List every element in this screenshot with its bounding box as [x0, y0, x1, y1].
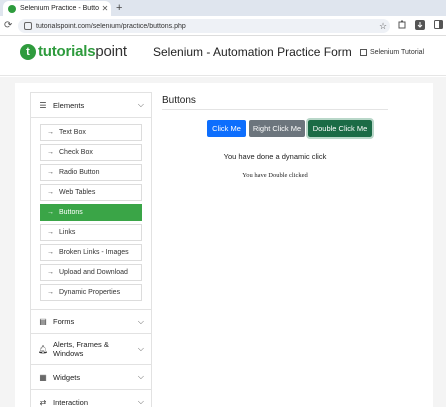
- sidebar-item-buttons[interactable]: → Buttons: [40, 204, 142, 221]
- browser-tab-bar: Selenium Practice - Buttons ✕ +: [0, 0, 446, 16]
- extensions-icon[interactable]: [396, 20, 408, 31]
- sidebar-item-label: Dynamic Properties: [59, 289, 121, 296]
- accordion-widgets[interactable]: ▦ Widgets ⌵: [30, 365, 152, 390]
- sidebar-item-label: Links: [59, 229, 76, 236]
- selenium-tutorial-label: Selenium Tutorial: [370, 49, 425, 56]
- site-info-icon[interactable]: [24, 22, 32, 30]
- address-bar-row: ⟳ tutorialspoint.com/selenium/practice/b…: [0, 16, 446, 36]
- site-header: t tutorialspoint Selenium - Automation P…: [0, 36, 446, 76]
- logo-mark-icon: t: [20, 43, 36, 60]
- url-text: tutorialspoint.com/selenium/practice/but…: [36, 22, 186, 30]
- logo-text-bold: tutorials: [38, 43, 96, 60]
- chevron-down-icon: ⌵: [137, 100, 144, 109]
- tab-title: Selenium Practice - Buttons: [20, 5, 99, 12]
- sidebar-item-web-tables[interactable]: → Web Tables: [40, 184, 142, 201]
- hamburger-icon: ☰: [39, 100, 47, 110]
- page-title: Selenium - Automation Practice Form: [153, 45, 352, 59]
- arrow-right-icon: →: [47, 129, 54, 136]
- bookmark-star-icon[interactable]: ☆: [376, 21, 390, 32]
- tutorialspoint-logo[interactable]: t tutorialspoint: [20, 43, 127, 60]
- sidebar-item-label: Check Box: [59, 149, 93, 156]
- chevron-down-icon: ⌵: [137, 344, 144, 353]
- double-click-message: You have Double clicked: [242, 172, 308, 179]
- bell-icon: 🔔︎: [38, 344, 49, 354]
- sidebar-item-check-box[interactable]: → Check Box: [40, 144, 142, 161]
- url-field[interactable]: tutorialspoint.com/selenium/practice/but…: [18, 19, 390, 33]
- swap-arrows-icon: ⇄: [39, 397, 47, 407]
- right-click-me-button[interactable]: Right Click Me: [249, 120, 305, 137]
- accordion-interaction[interactable]: ⇄ Interaction ⌵: [30, 390, 152, 407]
- external-link-icon: [360, 49, 367, 56]
- widgets-grid-icon: ▦: [39, 372, 47, 382]
- arrow-right-icon: →: [47, 189, 54, 196]
- click-me-button[interactable]: Click Me: [207, 120, 246, 137]
- sidebar-item-label: Radio Button: [59, 169, 100, 176]
- new-tab-button[interactable]: +: [116, 1, 122, 15]
- sidebar-item-broken-links[interactable]: → Broken Links - Images: [40, 244, 142, 261]
- sidebar-item-label: Web Tables: [59, 189, 96, 196]
- sidebar-item-label: Text Box: [59, 129, 86, 136]
- sidebar-item-text-box[interactable]: → Text Box: [40, 124, 142, 141]
- site-favicon-icon: [8, 4, 16, 13]
- download-icon[interactable]: [414, 20, 426, 32]
- chevron-down-icon: ⌵: [137, 316, 144, 326]
- sidebar-item-label: Buttons: [59, 209, 83, 216]
- reload-icon[interactable]: ⟳: [4, 20, 12, 31]
- chevron-down-icon: ⌵: [137, 372, 144, 381]
- logo-text-rest: point: [95, 43, 127, 60]
- accordion-elements-header[interactable]: ☰ Elements ⌵: [30, 92, 152, 118]
- sidebar-item-label: Upload and Download: [59, 269, 128, 276]
- side-panel-icon[interactable]: [432, 20, 444, 31]
- accordion-elements-label: Elements: [53, 100, 85, 110]
- accordion-forms[interactable]: ▤ Forms ⌵: [30, 309, 152, 334]
- arrow-right-icon: →: [47, 169, 54, 176]
- sidebar-item-label: Broken Links - Images: [59, 249, 129, 256]
- sidebar-item-upload-download[interactable]: → Upload and Download: [40, 264, 142, 281]
- dynamic-click-message: You have done a dynamic click: [223, 152, 327, 161]
- accordion-alerts-frames-windows[interactable]: 🔔︎ Alerts, Frames & Windows ⌵: [30, 334, 152, 365]
- arrow-right-icon: →: [47, 249, 54, 256]
- title-divider: [162, 109, 388, 110]
- accordion-forms-label: Forms: [53, 317, 75, 326]
- sidebar-item-dynamic-properties[interactable]: → Dynamic Properties: [40, 284, 142, 301]
- arrow-right-icon: →: [47, 229, 54, 236]
- arrow-right-icon: →: [47, 289, 54, 296]
- sidebar-item-radio-button[interactable]: → Radio Button: [40, 164, 142, 181]
- chevron-down-icon: ⌵: [137, 397, 144, 406]
- close-tab-icon[interactable]: ✕: [99, 4, 111, 13]
- arrow-right-icon: →: [47, 149, 54, 156]
- selenium-tutorial-link[interactable]: Selenium Tutorial: [360, 49, 424, 56]
- browser-tab[interactable]: Selenium Practice - Buttons ✕: [3, 1, 111, 16]
- sidebar-item-links[interactable]: → Links: [40, 224, 142, 241]
- double-click-me-button[interactable]: Double Click Me: [306, 118, 374, 139]
- arrow-right-icon: →: [47, 209, 54, 216]
- form-icon: ▤: [39, 317, 47, 326]
- sidebar: ☰ Elements ⌵ → Text Box → Check Box → Radio…: [30, 92, 152, 407]
- elements-menu: → Text Box → Check Box → Radio Button → Web …: [30, 118, 152, 309]
- section-title: Buttons: [162, 95, 196, 106]
- accordion-alerts-label: Alerts, Frames & Windows: [53, 340, 109, 358]
- arrow-right-icon: →: [47, 269, 54, 276]
- accordion-widgets-label: Widgets: [53, 372, 81, 382]
- accordion-interaction-label: Interaction: [53, 397, 89, 407]
